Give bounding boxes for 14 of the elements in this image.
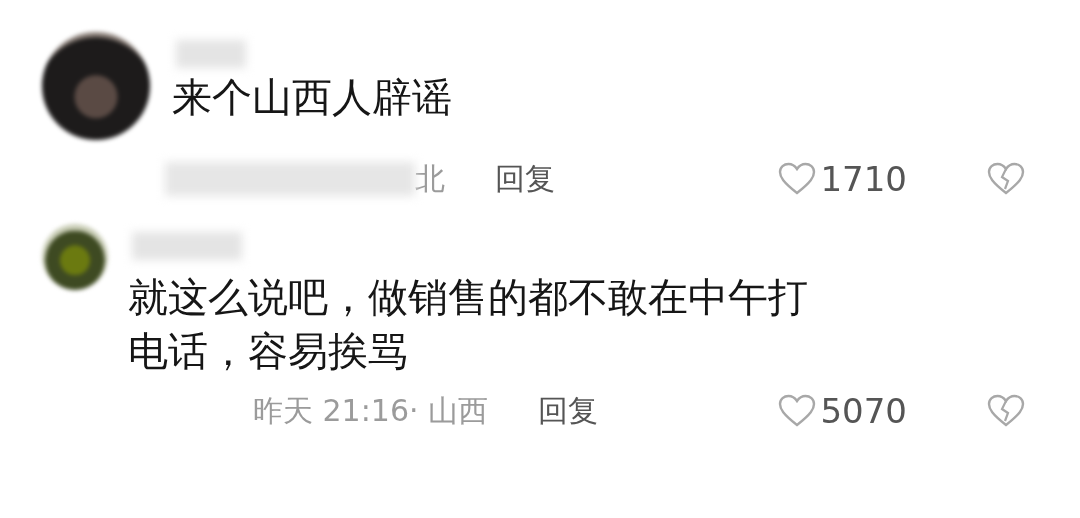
comment-text: 来个山西人辟谣: [172, 73, 453, 122]
like-count: 5070: [820, 391, 907, 431]
broken-heart-icon[interactable]: [987, 162, 1025, 196]
heart-icon[interactable]: [778, 162, 817, 196]
comment-meta: 北: [415, 159, 445, 198]
avatar[interactable]: [42, 32, 150, 140]
like-count: 1710: [820, 159, 907, 199]
heart-icon[interactable]: [778, 394, 817, 428]
reply-button[interactable]: 回复: [495, 158, 555, 200]
reply-button[interactable]: 回复: [538, 390, 599, 432]
avatar[interactable]: [42, 224, 108, 290]
comment-text: 就这么说吧，做销售的都不敢在中午打电话，容易挨骂: [128, 273, 809, 376]
broken-heart-icon[interactable]: [987, 394, 1025, 428]
comment-meta: 昨天 21:16· 山西: [253, 391, 489, 430]
